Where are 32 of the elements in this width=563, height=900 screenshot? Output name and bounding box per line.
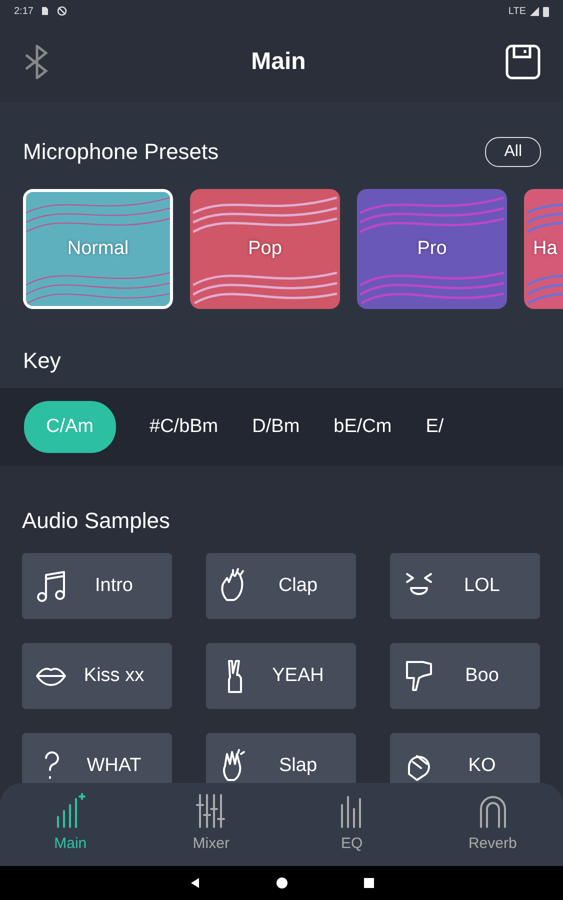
nav-tab[interactable]: EQ xyxy=(282,792,422,857)
section-title: Audio Samples xyxy=(22,507,171,535)
sample-button[interactable]: Kiss xx xyxy=(22,643,172,709)
sd-card-icon xyxy=(41,6,50,16)
section-title: Key xyxy=(23,347,62,375)
blocked-icon xyxy=(57,6,68,16)
nav-tab[interactable]: Reverb xyxy=(422,792,563,857)
back-icon xyxy=(188,877,200,889)
section-title: Microphone Presets xyxy=(23,138,219,166)
network-label: LTE xyxy=(508,4,526,18)
save-icon[interactable] xyxy=(504,44,541,80)
recents-icon xyxy=(362,877,374,889)
music-note-icon xyxy=(34,568,68,604)
status-time: 2:17 xyxy=(14,4,34,18)
sample-button[interactable]: Clap xyxy=(206,553,356,619)
sample-button[interactable]: Boo xyxy=(390,643,540,709)
page-title: Main xyxy=(251,47,306,77)
home-icon xyxy=(276,877,288,889)
all-button[interactable]: All xyxy=(485,136,541,166)
preset-card[interactable]: Pop xyxy=(190,189,340,309)
nav-tab[interactable]: Main xyxy=(0,792,140,857)
preset-card[interactable]: Pro xyxy=(357,189,507,309)
sample-button[interactable]: LOL xyxy=(390,553,540,619)
nav-tab[interactable]: Mixer xyxy=(141,792,282,857)
signal-icon xyxy=(530,6,539,16)
sample-button[interactable]: YEAH xyxy=(206,643,356,709)
sample-button[interactable]: WHAT xyxy=(22,733,172,783)
sample-button[interactable]: Intro xyxy=(22,553,172,619)
battery-icon xyxy=(543,6,549,16)
sample-button[interactable]: Slap xyxy=(206,733,356,783)
preset-card[interactable]: Ha xyxy=(524,189,563,309)
sample-button[interactable]: KO xyxy=(390,733,540,783)
